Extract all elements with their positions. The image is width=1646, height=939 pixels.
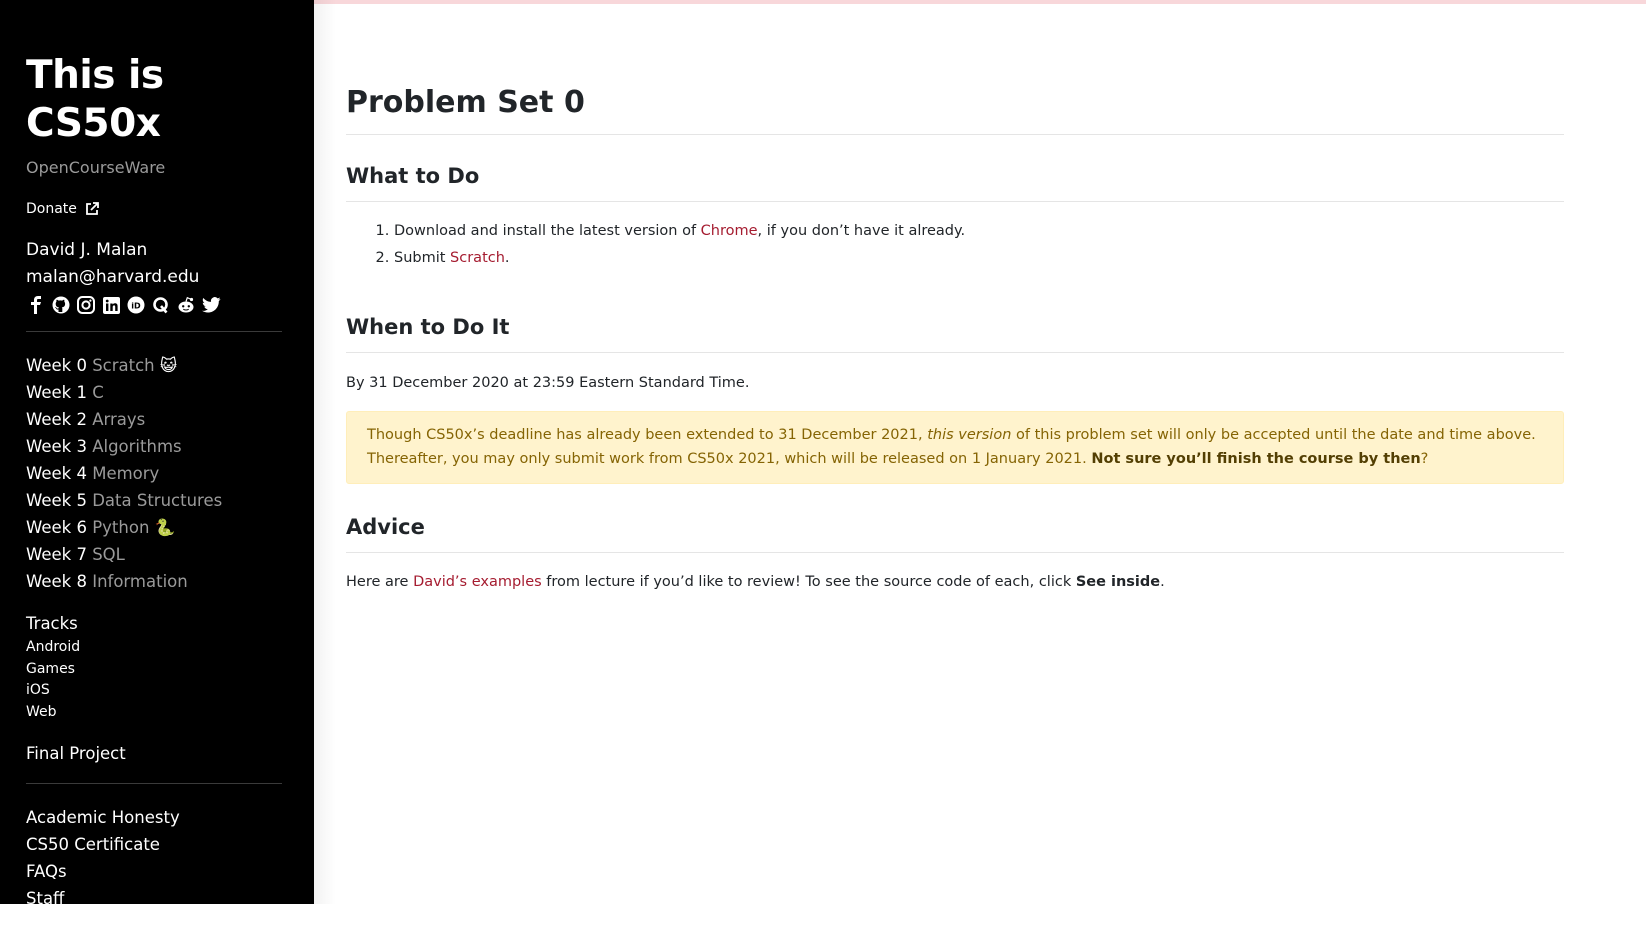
week-topic: Arrays [92, 410, 146, 429]
nav-week-4[interactable]: Week 4 Memory [26, 460, 282, 487]
title-divider [346, 134, 1564, 135]
section-divider [346, 552, 1564, 553]
what-to-do-heading: What to Do [346, 164, 480, 188]
nav-week-6[interactable]: Week 6 Python 🐍 [26, 514, 282, 541]
davids-examples-link[interactable]: David’s examples [413, 574, 542, 590]
section-divider [346, 201, 1564, 202]
alert-emphasis: this version [927, 427, 1012, 443]
tracks-nav: Tracks Android Games iOS Web [26, 611, 282, 723]
week-topic: C [92, 383, 104, 402]
week-label: Week 7 [26, 545, 87, 564]
author-name[interactable]: David J. Malan [26, 237, 282, 264]
week-label: Week 0 [26, 356, 87, 375]
sidebar: This is CS50x OpenCourseWare Donate Davi… [0, 0, 314, 935]
nav-week-2[interactable]: Week 2 Arrays [26, 406, 282, 433]
advice-strong: See inside [1075, 574, 1161, 590]
week-topic: Scratch [92, 356, 155, 375]
sidebar-shadow [314, 0, 336, 904]
advice-part: from lecture if you’d like to review! To… [541, 574, 1076, 590]
advice-part: Here are [346, 574, 414, 590]
donate-label: Donate [26, 201, 77, 217]
faqs-link[interactable]: FAQs [26, 858, 282, 885]
week-topic: Information [92, 572, 188, 591]
item-text: Download and install the latest version … [394, 223, 701, 239]
alert-text: ? [1420, 451, 1429, 467]
staff-link[interactable]: Staff [26, 885, 282, 912]
item-text: . [504, 250, 510, 266]
list-item: Download and install the latest version … [394, 218, 1564, 245]
linkedin-icon[interactable] [101, 295, 121, 315]
week-label: Week 6 [26, 518, 87, 537]
academic-honesty-link[interactable]: Academic Honesty [26, 804, 282, 831]
advice-part: . [1160, 574, 1165, 590]
week-topic: Python [92, 518, 150, 537]
cat-emoji-icon: 😺 [159, 356, 178, 375]
nav-week-8[interactable]: Week 8 Information [26, 568, 282, 595]
orcid-icon[interactable]: iD [126, 295, 146, 315]
page-title: Problem Set 0 [346, 85, 585, 120]
chrome-link[interactable]: Chrome [701, 223, 758, 239]
sidebar-divider [26, 331, 282, 332]
nav-week-0[interactable]: Week 0 Scratch 😺 [26, 352, 282, 379]
nav-week-5[interactable]: Week 5 Data Structures [26, 487, 282, 514]
external-link-icon [85, 202, 99, 216]
week-label: Week 5 [26, 491, 87, 510]
svg-text:iD: iD [131, 302, 141, 311]
track-web[interactable]: Web [26, 702, 282, 724]
item-text: , if you don’t have it already. [757, 223, 966, 239]
nav-week-1[interactable]: Week 1 C [26, 379, 282, 406]
item-text: Submit [394, 250, 451, 266]
week-label: Week 3 [26, 437, 87, 456]
sidebar-divider [26, 783, 282, 784]
nav-week-3[interactable]: Week 3 Algorithms [26, 433, 282, 460]
week-label: Week 1 [26, 383, 87, 402]
twitter-icon[interactable] [201, 295, 221, 315]
snake-emoji-icon: 🐍 [154, 518, 176, 537]
advice-heading: Advice [346, 515, 425, 539]
scratch-link[interactable]: Scratch [450, 250, 505, 266]
instagram-icon[interactable] [76, 295, 96, 315]
weeks-nav: Week 0 Scratch 😺 Week 1 C Week 2 Arrays … [26, 352, 282, 595]
final-project-link[interactable]: Final Project [26, 741, 282, 767]
track-ios[interactable]: iOS [26, 680, 282, 702]
week-topic: Algorithms [92, 437, 182, 456]
social-links: iD [26, 295, 282, 315]
list-item: Submit Scratch. [394, 245, 1564, 272]
week-label: Week 4 [26, 464, 87, 483]
donate-link[interactable]: Donate [26, 201, 282, 217]
todo-list: Download and install the latest version … [346, 218, 1564, 272]
author-block: David J. Malan malan@harvard.edu [26, 237, 282, 291]
nav-week-7[interactable]: Week 7 SQL [26, 541, 282, 568]
week-topic: SQL [92, 545, 125, 564]
site-title[interactable]: This is CS50x [26, 52, 282, 148]
main-content: Problem Set 0 What to Do Download and in… [346, 0, 1564, 593]
section-divider [346, 352, 1564, 353]
track-android[interactable]: Android [26, 637, 282, 659]
track-games[interactable]: Games [26, 659, 282, 681]
tracks-heading[interactable]: Tracks [26, 611, 282, 637]
certificate-link[interactable]: CS50 Certificate [26, 831, 282, 858]
quora-icon[interactable] [151, 295, 171, 315]
facebook-icon[interactable] [26, 295, 46, 315]
github-icon[interactable] [51, 295, 71, 315]
week-label: Week 2 [26, 410, 87, 429]
syllabus-link[interactable]: Syllabus [26, 912, 282, 939]
when-to-do-it-heading: When to Do It [346, 315, 510, 339]
author-email[interactable]: malan@harvard.edu [26, 264, 282, 291]
deadline-alert: Though CS50x’s deadline has already been… [346, 411, 1564, 484]
week-topic: Memory [92, 464, 160, 483]
site-subtitle: OpenCourseWare [26, 158, 166, 177]
info-links: Academic Honesty CS50 Certificate FAQs S… [26, 804, 282, 939]
alert-strong: Not sure you’ll finish the course by the… [1091, 451, 1421, 467]
deadline-text: By 31 December 2020 at 23:59 Eastern Sta… [346, 375, 750, 391]
advice-text: Here are David’s examples from lecture i… [346, 571, 1564, 593]
alert-text: Though CS50x’s deadline has already been… [367, 427, 928, 443]
week-topic: Data Structures [92, 491, 223, 510]
week-label: Week 8 [26, 572, 87, 591]
reddit-icon[interactable] [176, 295, 196, 315]
